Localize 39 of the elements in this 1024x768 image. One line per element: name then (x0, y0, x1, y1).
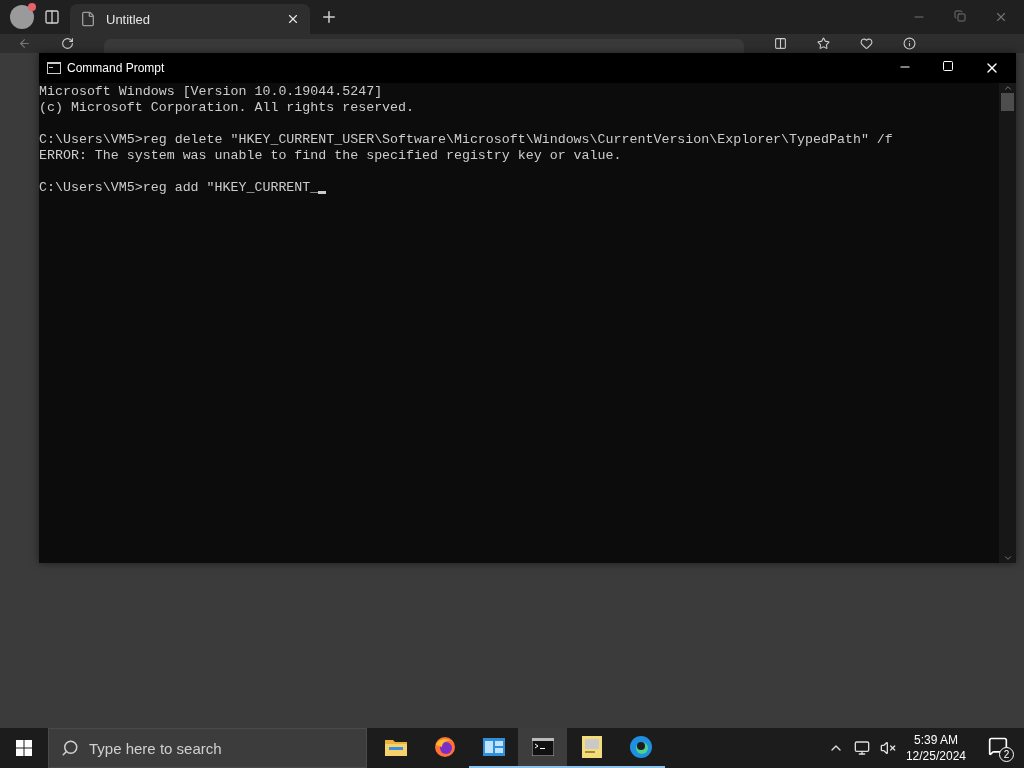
new-tab-icon[interactable] (320, 8, 338, 26)
network-icon[interactable] (853, 740, 870, 756)
restore-icon[interactable] (954, 10, 966, 22)
windows-icon (16, 740, 32, 756)
notepad-icon (581, 736, 602, 758)
browser-tab[interactable]: Untitled (70, 4, 310, 34)
scrollbar[interactable] (999, 83, 1016, 563)
console-line: (c) Microsoft Corporation. All rights reserved. (39, 100, 415, 116)
back-icon[interactable] (18, 37, 31, 50)
close-tab-icon[interactable] (286, 12, 300, 26)
maximize-icon[interactable] (942, 60, 954, 72)
taskbar-app[interactable] (518, 728, 567, 768)
page-icon (80, 11, 96, 27)
folder-icon (384, 738, 407, 756)
split-icon[interactable] (774, 37, 787, 50)
refresh-icon[interactable] (61, 37, 74, 50)
console-line: ERROR: The system was unable to find the specified registry key or value. (39, 148, 622, 164)
profile-avatar[interactable] (10, 5, 34, 29)
scroll-up-icon[interactable] (1002, 83, 1013, 93)
edge-icon (628, 735, 653, 759)
star-icon[interactable] (817, 37, 830, 50)
info-icon[interactable] (903, 37, 916, 50)
clock[interactable]: 5:39 AM 12/25/2024 (905, 732, 966, 764)
notifications-button[interactable]: 2 (986, 734, 1014, 762)
scroll-down-icon[interactable] (1002, 553, 1013, 563)
console-icon (47, 62, 61, 74)
search-field[interactable]: Type here to search (48, 728, 367, 768)
search-icon (61, 739, 79, 757)
console-line: Microsoft Windows [Version 10.0.19044.5247] (39, 84, 383, 100)
scroll-thumb[interactable] (1001, 93, 1014, 111)
firefox-icon (433, 736, 456, 758)
window-panel-icon (482, 738, 505, 756)
volume-muted-icon[interactable] (879, 740, 896, 756)
heart-icon[interactable] (860, 37, 873, 50)
window-title: Command Prompt (67, 61, 165, 75)
tab-actions-icon[interactable] (44, 9, 60, 25)
console-line: C:\Users\VM5>reg delete "HKEY_CURRENT_USER\Software\Microsoft\Windows\CurrentVersion\Explorer\TypedPath" /f (39, 132, 893, 148)
terminal-icon (531, 738, 554, 756)
console-line: C:\Users\VM5>reg add "HKEY_CURRENT_ (39, 180, 319, 196)
